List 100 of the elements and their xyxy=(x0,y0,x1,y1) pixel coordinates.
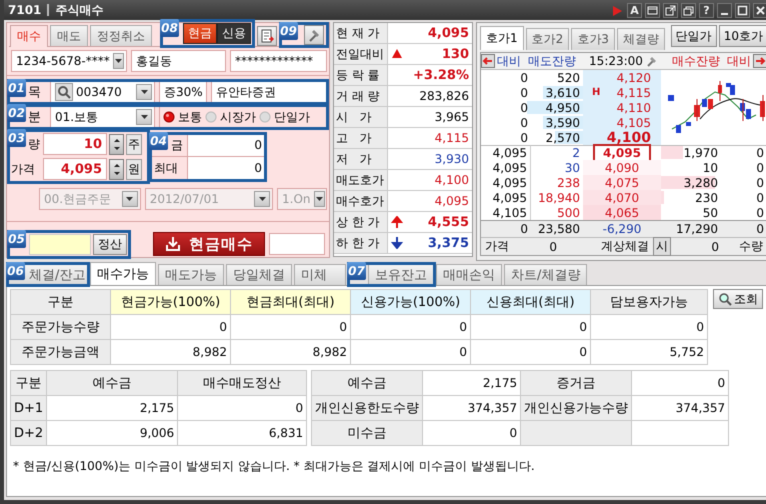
volume-cell: 230 xyxy=(695,190,718,204)
order-type-dropdown[interactable]: 01.보통 xyxy=(50,106,155,128)
total-cell: 17,290 xyxy=(676,222,718,236)
spin-button[interactable] xyxy=(109,158,124,180)
value-field: 0 xyxy=(187,157,265,180)
bottom-tab[interactable]: 매도가능 xyxy=(158,264,224,285)
row-header: D+1 xyxy=(10,396,47,420)
up-arrow-icon xyxy=(391,216,403,228)
query-button[interactable]: 조회 xyxy=(713,289,763,309)
caret-icon xyxy=(140,88,148,96)
volume-cell: 4,950 xyxy=(546,100,580,114)
column-header: 구분 xyxy=(10,290,110,314)
spin-button[interactable] xyxy=(109,134,124,154)
settle-button[interactable]: 정산 xyxy=(93,234,127,254)
name-field: 홍길동 xyxy=(131,50,226,72)
radio-dot[interactable] xyxy=(163,111,175,123)
orderbook-button[interactable]: 단일가 xyxy=(670,25,717,47)
radio-button[interactable]: 보통 xyxy=(163,108,202,126)
window-icon[interactable] xyxy=(646,4,659,16)
radio-button[interactable]: 시장가 xyxy=(205,108,256,126)
quote-label: 현 재 가 xyxy=(334,23,388,44)
table-cell: 0 xyxy=(350,314,470,340)
quote-label: 매도호가 xyxy=(334,170,388,191)
document-button[interactable] xyxy=(257,26,277,46)
unit-button[interactable]: 주 xyxy=(126,134,142,154)
quote-value: 130 xyxy=(442,46,469,62)
trade-volume-cell: 2 xyxy=(572,146,580,160)
cash-buy-button[interactable]: 현금매수 xyxy=(153,232,265,256)
quote-value: +3.28% xyxy=(413,68,469,82)
trade-volume-cell: 30 xyxy=(564,160,580,174)
orderbook-tab[interactable]: 호가1 xyxy=(480,26,524,50)
radio-button[interactable]: 단일가 xyxy=(259,108,310,126)
arrow-button-icon[interactable] xyxy=(753,54,766,68)
price-cell: 4,110 xyxy=(616,100,651,114)
callout-badge: 04 xyxy=(149,132,168,150)
volume-cell: 1,970 xyxy=(684,146,718,160)
field-label: 목 xyxy=(28,84,42,101)
table-cell: 374,357 xyxy=(422,396,521,420)
bottom-tab[interactable]: 당일체결 xyxy=(226,264,292,285)
orderbook-tab[interactable]: 호가3 xyxy=(571,28,615,50)
quote-value: 4,095 xyxy=(428,26,469,40)
stock-code-dropdown[interactable]: 003470 xyxy=(50,81,155,103)
orderbook-tab[interactable]: 호가2 xyxy=(526,28,570,50)
orderbook-tab[interactable]: 체결량 xyxy=(616,28,665,50)
radio-dot[interactable] xyxy=(205,111,217,123)
bottom-tab[interactable]: 매수가능 xyxy=(90,262,156,285)
bottom-tab[interactable]: 매매손익 xyxy=(436,264,502,285)
input-field[interactable]: 10 xyxy=(43,133,107,155)
arrow-button-icon[interactable] xyxy=(481,54,495,68)
column-header: 매수잔량 대비 xyxy=(671,52,751,70)
table-cell: 374,357 xyxy=(632,396,729,420)
maximize-icon[interactable] xyxy=(736,4,749,16)
mode-toggle-option[interactable]: 현금 xyxy=(183,23,217,44)
radio-dot[interactable] xyxy=(259,111,271,123)
quote-value: 283,826 xyxy=(419,89,469,103)
footer-label: 계상체결 xyxy=(601,238,649,255)
unit-button[interactable]: 원 xyxy=(126,158,142,180)
table-cell: 2,175 xyxy=(422,370,521,396)
order-tab[interactable]: 매도 xyxy=(50,25,88,46)
quote-label: 등 락 률 xyxy=(334,65,388,86)
field-label: 분 xyxy=(28,109,42,126)
popout-icon[interactable] xyxy=(664,4,677,16)
row-header: 증거금 xyxy=(520,370,632,396)
orderbook-button[interactable]: 10호가 xyxy=(718,25,766,47)
bottom-tab[interactable]: 차트/체결량 xyxy=(504,264,588,285)
account-dropdown[interactable]: 1234-5678-**** xyxy=(11,50,127,72)
up-icon xyxy=(112,162,120,168)
mode-toggle-option[interactable]: 신용 xyxy=(217,23,251,44)
input-field[interactable] xyxy=(269,233,325,255)
volume-cell: 50 xyxy=(702,206,718,220)
footer-label: 수량 xyxy=(739,238,763,255)
table-cell: 0 xyxy=(230,314,350,340)
total-cell: 0 xyxy=(756,222,764,236)
bottom-tab[interactable]: 미체 xyxy=(294,264,346,285)
auction-button[interactable]: 시 xyxy=(653,237,671,256)
caret-icon xyxy=(140,113,148,121)
hammer-button[interactable] xyxy=(304,25,324,45)
table-cell: 5,752 xyxy=(590,340,708,364)
column-header: 대비 매도잔량 xyxy=(497,52,577,70)
callout-badge: 05 xyxy=(7,230,26,248)
restore-icon[interactable] xyxy=(682,4,695,16)
stock-name-field: 유안타증권 xyxy=(211,81,327,103)
title-bar-button[interactable]: A xyxy=(627,2,642,18)
input-field[interactable] xyxy=(29,234,91,254)
price-cell: 4,115 xyxy=(616,86,651,100)
field-label: 량 xyxy=(28,136,40,152)
callout-badge: 07 xyxy=(347,262,366,280)
column-header: 담보용자가능 xyxy=(590,290,708,314)
close-icon[interactable] xyxy=(754,4,766,16)
volume-cell: 10 xyxy=(702,160,718,174)
change-cell: 0 xyxy=(756,190,764,204)
trade-volume-cell: 238 xyxy=(557,176,580,190)
volume-cell: 520 xyxy=(557,70,580,84)
order-tab[interactable]: 매수 xyxy=(10,25,48,47)
password-field[interactable]: ************* xyxy=(230,50,327,72)
order-tab[interactable]: 정정취소 xyxy=(90,25,152,46)
row-header: 주문가능수량 xyxy=(10,314,110,340)
title-bar-button[interactable]: ? xyxy=(699,2,714,18)
volume-cell: 3,280 xyxy=(684,176,718,190)
input-field[interactable]: 4,095 xyxy=(43,158,107,180)
